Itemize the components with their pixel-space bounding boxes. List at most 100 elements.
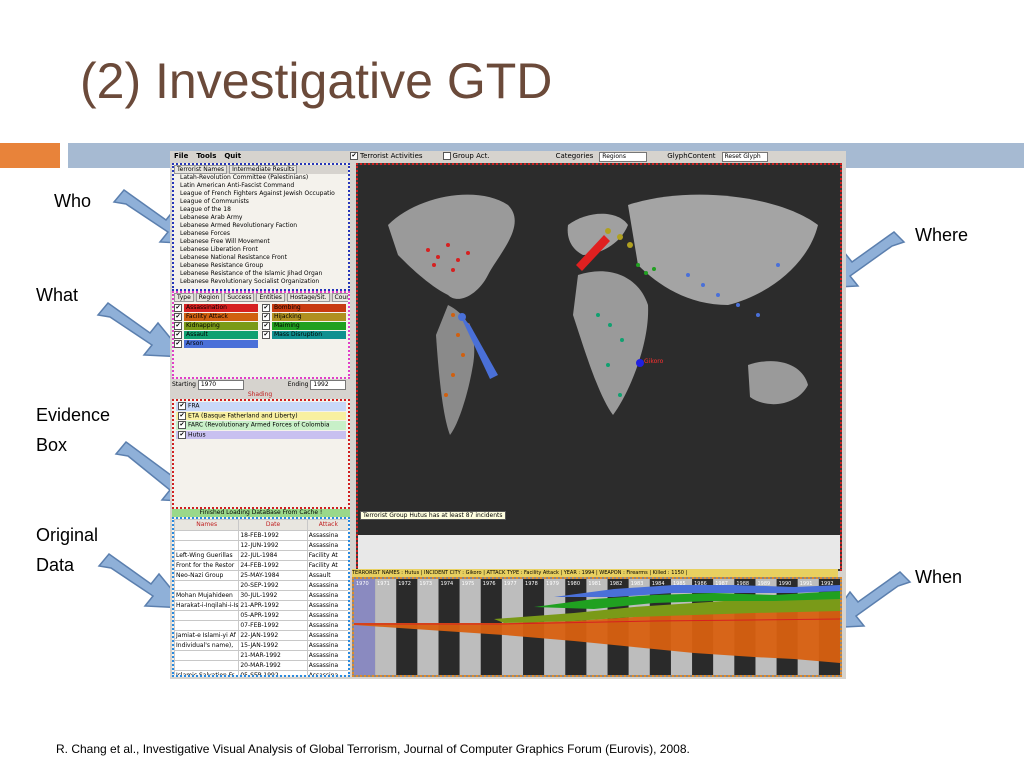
- when-timeline-panel: 1970 1971 1972 1973 1974 1975 1976 1977 1978 1979…: [352, 577, 842, 677]
- list-item[interactable]: Lebanese Armed Revolutionary Faction: [174, 222, 348, 230]
- attack-type-label: Assassination: [184, 304, 258, 312]
- attack-type-arson[interactable]: ✔ Arson: [174, 340, 258, 348]
- evidence-label-line2: Box: [36, 435, 68, 455]
- table-row[interactable]: 05-APR-1992 Assassina: [174, 610, 348, 621]
- table-row[interactable]: Islamic Salvation Fr 05-SEP-1992 Assassina: [174, 670, 348, 675]
- categories-label: Categories: [555, 152, 594, 160]
- attack-type-label: Assault: [184, 331, 258, 339]
- list-item[interactable]: League of the 18: [174, 206, 348, 214]
- ending-year-select[interactable]: 1992: [310, 380, 347, 390]
- starting-year-select[interactable]: 1970: [197, 380, 244, 390]
- attack-type-label: Kidnapping: [184, 322, 258, 330]
- menu-file[interactable]: File: [174, 151, 188, 162]
- column-header-attack[interactable]: Attack: [306, 519, 348, 531]
- table-row[interactable]: 21-MAR-1992 Assassina: [174, 650, 348, 661]
- glyph-content-label: GlyphContent: [667, 152, 716, 160]
- gikoro-marker-label: Gikoro: [644, 358, 664, 365]
- table-cell: Facility At: [306, 560, 348, 571]
- year-label: 1975: [462, 581, 475, 587]
- tab-intermediate-results[interactable]: Intermediate Results: [229, 165, 298, 174]
- evidence-item[interactable]: ✔ FARC (Revolutionary Armed Forces of Col…: [176, 421, 346, 430]
- attack-type-bombing[interactable]: ✔ Bombing: [262, 304, 346, 312]
- table-row[interactable]: 20-MAR-1992 Assassina: [174, 660, 348, 671]
- evidence-item-label: Hutus: [188, 431, 206, 438]
- list-item[interactable]: Lebanese Resistance Group: [174, 262, 348, 270]
- tab-success[interactable]: Success: [224, 293, 255, 302]
- attack-type-maiming[interactable]: ✔ Maiming: [262, 322, 346, 330]
- table-row[interactable]: Harakat-i-Inqilahi-i-Is 21-APR-1992 Assass…: [174, 600, 348, 611]
- evidence-item[interactable]: ✔ ETA (Basque Fatherland and Liberty): [176, 411, 346, 420]
- evidence-item[interactable]: ✔ Hutus: [176, 430, 346, 439]
- table-cell: Assassina: [306, 640, 348, 651]
- table-cell: Assassina: [306, 630, 348, 641]
- original-data-label-line2: Data: [36, 555, 75, 575]
- table-cell: Assassina: [306, 530, 348, 541]
- list-item[interactable]: Latin American Anti-Fascist Command: [174, 182, 348, 190]
- tab-entities[interactable]: Entities: [256, 293, 285, 302]
- table-row[interactable]: 07-FEB-1992 Assassina: [174, 620, 348, 631]
- evidence-item-label: FARC (Revolutionary Armed Forces of Colo…: [188, 421, 330, 429]
- checkbox-icon: ✔: [178, 430, 186, 439]
- table-row[interactable]: Mohan Mujahideen 30-JUL-1992 Assassina: [174, 590, 348, 601]
- list-item[interactable]: Lebanese Revolutionary Socialist Organiz…: [174, 278, 348, 286]
- table-cell: 07-FEB-1992: [238, 620, 308, 631]
- year-label: 1972: [398, 581, 411, 587]
- attack-type-assault[interactable]: ✔ Assault: [174, 331, 258, 339]
- table-cell: [174, 620, 240, 631]
- checkbox-icon: ✔: [350, 152, 358, 160]
- table-row[interactable]: 12-JUN-1992 Assassina: [174, 540, 348, 551]
- checkbox-icon: ✔: [174, 322, 182, 330]
- tab-countries[interactable]: Countri: [331, 293, 348, 302]
- column-header-names[interactable]: Names: [174, 519, 240, 531]
- table-cell: 18-FEB-1992: [238, 530, 308, 541]
- table-row[interactable]: Left-Wing Guerillas 22-JUL-1984 Facility A…: [174, 550, 348, 561]
- list-item[interactable]: Latah-Revolution Committee (Palestinians…: [174, 174, 348, 182]
- list-item[interactable]: Lebanese Resistance of the Islamic Jihad…: [174, 270, 348, 278]
- list-item[interactable]: Lebanese Liberation Front: [174, 246, 348, 254]
- table-row[interactable]: Individual's name), 15-JAN-1992 Assassina: [174, 640, 348, 651]
- evidence-item[interactable]: ✔ FRA: [176, 402, 346, 411]
- world-map[interactable]: Gikoro: [358, 165, 840, 569]
- terrorist-activities-toggle[interactable]: ✔ Terrorist Activities: [350, 151, 423, 162]
- attack-type-assassination[interactable]: ✔ Assassination: [174, 304, 258, 312]
- tab-terrorist-names[interactable]: Terrorist Names: [174, 165, 228, 174]
- tab-hostage[interactable]: Hostage/Sit.: [286, 293, 330, 302]
- who-panel: Terrorist Names Intermediate Results Lat…: [172, 163, 350, 291]
- list-item[interactable]: League of Communists: [174, 198, 348, 206]
- stacked-timeline-chart[interactable]: 1970 1971 1972 1973 1974 1975 1976 1977 1978 1979…: [354, 579, 840, 675]
- table-cell: 30-JUL-1992: [238, 590, 308, 601]
- glyph-content-select[interactable]: Reset Glyph: [721, 151, 768, 162]
- menu-tools[interactable]: Tools: [196, 151, 216, 162]
- menu-quit[interactable]: Quit: [224, 151, 241, 162]
- table-row[interactable]: Front for the Restor 24-FEB-1992 Facility …: [174, 560, 348, 571]
- attack-type-mass-disruption[interactable]: ✔ Mass Disruption: [262, 331, 346, 339]
- table-cell: Left-Wing Guerillas: [174, 550, 240, 561]
- attack-type-hijacking[interactable]: ✔ Hijacking: [262, 313, 346, 321]
- table-cell: Assassina: [306, 670, 348, 675]
- table-cell: Assassina: [306, 580, 348, 591]
- group-act-toggle[interactable]: Group Act.: [442, 151, 490, 162]
- table-row[interactable]: 20-SEP-1992 Assassina: [174, 580, 348, 591]
- categories-select[interactable]: Regions: [599, 151, 648, 162]
- table-cell: 22-JUL-1984: [238, 550, 308, 561]
- list-item[interactable]: League of French Fighters Against Jewish…: [174, 190, 348, 198]
- list-item[interactable]: Lebanese Free Will Movement: [174, 238, 348, 246]
- table-row[interactable]: 18-FEB-1992 Assassina: [174, 530, 348, 541]
- table-row[interactable]: Jamiat-e Islami-yi Af 22-JAN-1992 Assassin…: [174, 630, 348, 641]
- list-item[interactable]: Lebanese Arab Army: [174, 214, 348, 222]
- gikoro-marker[interactable]: [636, 359, 644, 367]
- terrorist-names-list: Latah-Revolution Committee (Palestinians…: [174, 174, 348, 286]
- ending-label: Ending: [287, 381, 309, 388]
- attack-type-label: Maiming: [272, 322, 346, 330]
- table-row[interactable]: Neo-Nazi Group 25-MAY-1984 Assault: [174, 570, 348, 581]
- table-cell: Assassina: [306, 650, 348, 661]
- tab-region[interactable]: Region: [195, 293, 223, 302]
- column-header-date[interactable]: Date: [238, 519, 308, 531]
- list-item[interactable]: Lebanese Forces: [174, 230, 348, 238]
- tab-type[interactable]: Type: [174, 293, 194, 302]
- attack-type-facility-attack[interactable]: ✔ Facility Attack: [174, 313, 258, 321]
- year-label: 1982: [610, 581, 623, 587]
- list-item[interactable]: Lebanese National Resistance Front: [174, 254, 348, 262]
- attack-type-kidnapping[interactable]: ✔ Kidnapping: [174, 322, 258, 330]
- table-cell: Assault: [306, 570, 348, 581]
